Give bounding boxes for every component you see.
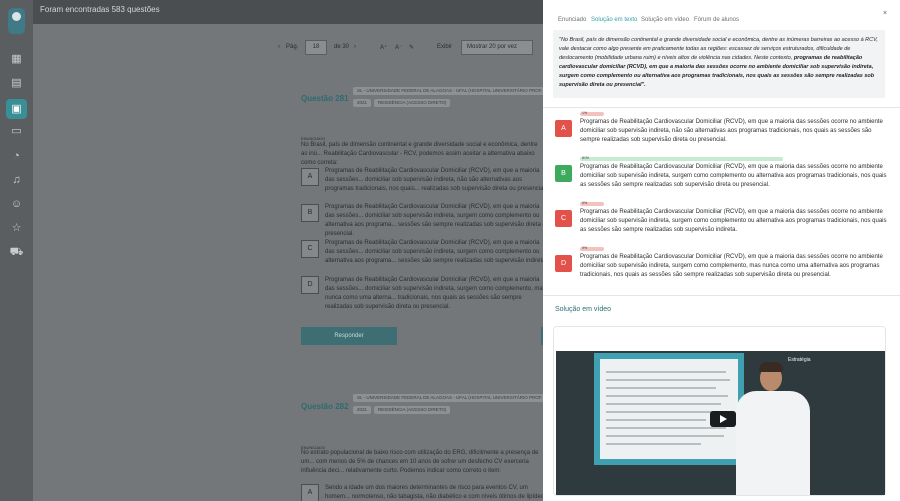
year-chip[interactable]: 2021 [353,99,372,107]
exam-type-chip[interactable]: RESIDÊNCIA (ACESSO DIRETO) [374,406,451,414]
answer-text-c: Programas de Reabilitação Cardiovascular… [580,209,887,233]
option-a-text[interactable]: Sendo a idade um dos maiores determinant… [325,484,550,501]
show-select[interactable]: Mostrar 20 por vez [461,40,533,55]
font-decrease-button[interactable]: A⁻ [395,44,402,51]
solution-quote: "No Brasil, país de dimensão continental… [559,37,878,88]
option-d-text[interactable]: Programas de Reabilitação Cardiovascular… [325,276,550,312]
questions-icon[interactable]: ▣ [6,99,27,119]
option-c-text[interactable]: Programas de Reabilitação Cardiovascular… [325,239,550,266]
page-total: de 30 [334,44,350,50]
main-content: ‹ Pág. 18 de 30 › A⁺ A⁻ ✎ Exibir Mostrar… [33,24,549,501]
answer-percent-bar-track: 81% [580,156,830,161]
year-chip[interactable]: 2021 [353,406,372,414]
page-input[interactable]: 18 [305,40,327,55]
institution-chip[interactable]: SL - UNIVERSIDADE FEDERAL DE ALAGOAS - U… [353,87,545,95]
erase-icon[interactable]: ✎ [409,44,414,51]
show-label: Exibir [437,44,453,50]
tab-enunciado[interactable]: Enunciado [558,17,586,23]
divider [543,295,900,296]
solution-drawer: Enunciado Solução em texto Solução em ví… [543,0,900,501]
font-increase-button[interactable]: A⁺ [380,44,387,51]
cart-icon[interactable]: ⛟ [9,245,24,260]
next-page-icon[interactable]: › [354,44,356,50]
user-icon[interactable]: ☺ [9,197,24,212]
video-card: Estratégia [553,326,886,496]
answer-percent: 1% [582,111,588,115]
divider [543,107,900,108]
option-c-button[interactable]: C [301,240,319,258]
app-logo[interactable] [8,8,25,34]
book-icon[interactable]: ▤ [9,76,24,91]
answer-percent-bar: 1% [580,111,604,116]
answer-letter-a: A [555,120,572,137]
question-statement: No Brasil, país de dimensão continental … [301,142,538,166]
answer-text-a: Programas de Reabilitação Cardiovascular… [580,119,883,143]
answer-percent-bar-track: 9% [580,201,830,206]
answer-button[interactable]: Responder [301,327,397,345]
close-icon[interactable]: × [883,10,887,17]
document-icon[interactable]: ▭ [9,124,24,139]
option-a-button[interactable]: A [301,484,319,501]
headphones-icon[interactable]: ♫ [9,173,24,188]
option-b-button[interactable]: B [301,204,319,222]
option-b-text[interactable]: Programas de Reabilitação Cardiovascular… [325,203,550,239]
presenter [736,391,810,495]
play-icon[interactable] [710,411,736,427]
question-title: Questão 281 [301,94,349,103]
tab-solucao-texto[interactable]: Solução em texto [591,17,637,23]
option-a-button[interactable]: A [301,168,319,186]
answer-letter-d: D [555,255,572,272]
video-solution-title: Solução em vídeo [555,306,612,313]
question-title: Questão 282 [301,402,349,411]
question-statement: No estrato populacional de baixo risco c… [301,450,539,474]
grid-icon[interactable]: ▦ [9,52,24,67]
answer-text-b: Programas de Reabilitação Cardiovascular… [580,164,887,188]
institution-chip[interactable]: SL - UNIVERSIDADE FEDERAL DE ALAGOAS - U… [353,394,545,402]
tab-forum[interactable]: Fórum de alunos [694,17,739,23]
answer-percent: 81% [582,156,590,160]
answer-percent-bar: 9% [580,246,604,251]
results-count-title: Foram encontradas 583 questões [40,5,160,14]
answer-percent-bar-track: 1% [580,111,830,116]
answer-percent-bar-track: 9% [580,246,830,251]
stats-icon[interactable]: ◔ [9,149,24,164]
solution-text-box: "No Brasil, país de dimensão continental… [553,30,885,98]
video-screen [594,353,744,465]
answer-percent-bar: 81% [580,156,783,161]
pagination-bar: ‹ Pág. 18 de 30 › A⁺ A⁻ ✎ Exibir Mostrar… [278,37,578,59]
option-a-text[interactable]: Programas de Reabilitação Cardiovascular… [325,167,550,194]
tab-solucao-video[interactable]: Solução em vídeo [641,17,689,23]
star-icon[interactable]: ☆ [9,221,24,236]
answer-letter-c: C [555,210,572,227]
sidebar-rail: ▦ ▤ ▣ ▭ ◔ ♫ ☺ ☆ ⛟ [0,0,33,501]
answer-text-d: Programas de Reabilitação Cardiovascular… [580,254,883,278]
answer-percent: 9% [582,246,588,250]
answer-percent: 9% [582,201,588,205]
answer-percent-bar: 9% [580,201,604,206]
video-player[interactable]: Estratégia [556,351,885,495]
prev-page-icon[interactable]: ‹ [278,44,280,50]
exam-type-chip[interactable]: RESIDÊNCIA (ACESSO DIRETO) [374,99,451,107]
option-d-button[interactable]: D [301,276,319,294]
page-label: Pág. [286,44,299,50]
answer-letter-b: B [555,165,572,182]
video-brand: Estratégia [788,357,811,363]
